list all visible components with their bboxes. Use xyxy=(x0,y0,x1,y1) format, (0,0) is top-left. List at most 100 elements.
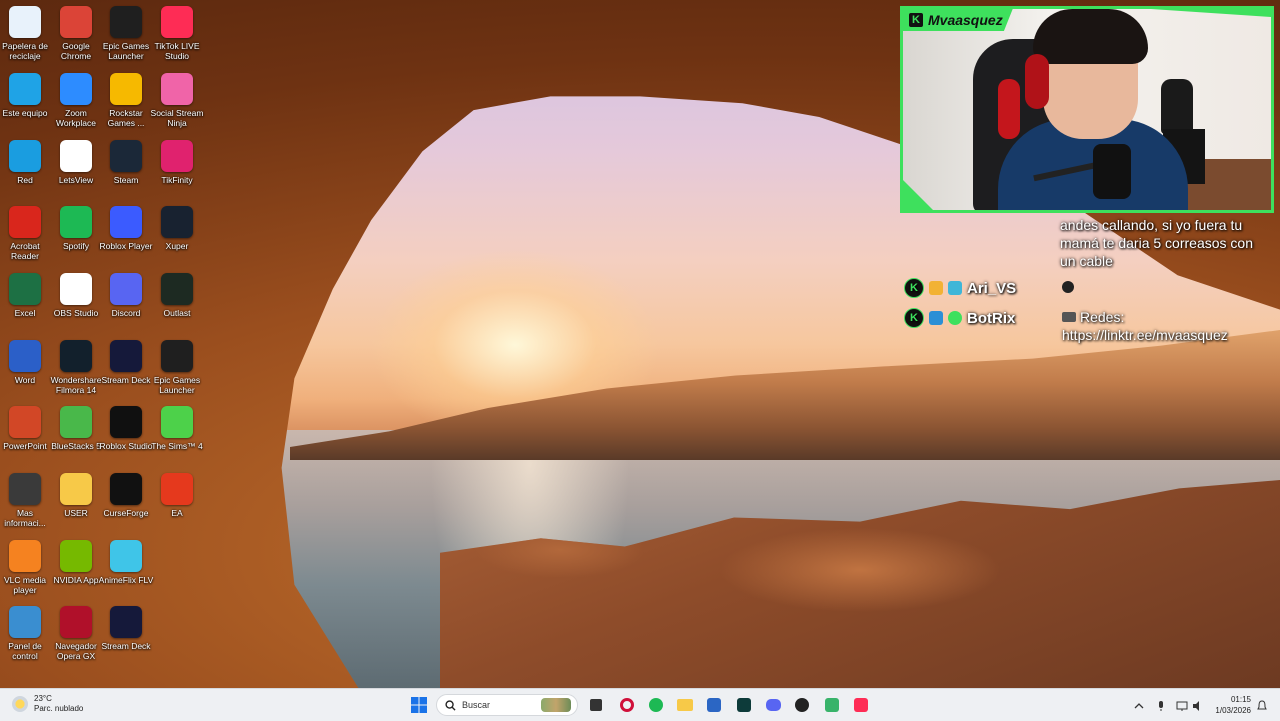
desktop-icon[interactable]: Discord xyxy=(101,273,151,318)
desktop-icon[interactable]: NVIDIA App xyxy=(51,540,101,585)
discord-icon xyxy=(110,273,142,305)
folder-icon xyxy=(60,473,92,505)
partly-cloudy-icon xyxy=(12,696,28,712)
microphone-icon[interactable] xyxy=(1155,699,1167,711)
desktop-icon[interactable]: Social Stream Ninja xyxy=(150,73,204,128)
chat-username: BotRix xyxy=(967,309,1016,327)
desktop-icon[interactable]: Zoom Workplace xyxy=(51,73,101,128)
desktop-icon[interactable]: PowerPoint xyxy=(0,406,50,451)
webcam-overlay: K Mvaasquez xyxy=(900,6,1274,213)
search-highlight-image xyxy=(541,698,571,712)
desktop-icon-label: Xuper xyxy=(165,241,189,251)
desktop-icon[interactable]: Este equipo xyxy=(0,73,50,118)
desktop-icon-label: Stream Deck xyxy=(101,641,151,651)
weather-desc: Parc. nublado xyxy=(34,704,84,713)
desktop-icon[interactable]: Steam xyxy=(101,140,151,185)
volume-icon[interactable] xyxy=(1192,699,1204,711)
weather-temp: 23°C xyxy=(34,694,52,703)
verified-badge-icon xyxy=(948,311,962,325)
spotify-icon xyxy=(649,698,663,712)
desktop-icon-label: NVIDIA App xyxy=(53,575,99,585)
desktop-icon-label: Mas informaci... xyxy=(4,508,46,528)
desktop-icon[interactable]: Word xyxy=(0,340,50,385)
desktop-icon[interactable]: Spotify xyxy=(51,206,101,251)
desktop-icon[interactable]: Rockstar Games ... xyxy=(101,73,151,128)
camera-emoji-icon xyxy=(1062,312,1076,322)
desktop-icon[interactable]: Epic Games Launcher xyxy=(101,6,151,61)
notification-bell-icon[interactable] xyxy=(1256,699,1268,711)
desktop-icon[interactable]: CurseForge xyxy=(101,473,151,518)
taskbar-file-explorer[interactable] xyxy=(675,695,695,715)
desktop-icon[interactable]: Panel de control xyxy=(0,606,50,661)
desktop-icon-label: Epic Games Launcher xyxy=(102,41,150,61)
outlast-icon xyxy=(161,273,193,305)
desktop-icon[interactable]: Papelera de reciclaje xyxy=(0,6,50,61)
info-icon xyxy=(9,473,41,505)
taskbar-search[interactable]: Buscar xyxy=(436,694,578,716)
chrome-icon xyxy=(60,6,92,38)
desktop-icon[interactable]: Excel xyxy=(0,273,50,318)
socials-message: Redes: https://linktr.ee/mvaasquez xyxy=(1062,309,1228,343)
desktop-icon[interactable]: Xuper xyxy=(152,206,202,251)
taskbar-clock[interactable]: 01:15 1/03/2026 xyxy=(1211,694,1251,716)
desktop-icon[interactable]: TikFinity xyxy=(152,140,202,185)
weather-widget[interactable]: 23°C Parc. nublado xyxy=(12,694,83,714)
socials-link[interactable]: https://linktr.ee/mvaasquez xyxy=(1062,327,1228,343)
desktop-icon[interactable]: The Sims™ 4 xyxy=(151,406,203,451)
desktop-icon[interactable]: OBS Studio xyxy=(51,273,101,318)
rockstar-icon xyxy=(110,73,142,105)
desktop-icon-label: BlueStacks 5 xyxy=(51,441,101,451)
desktop-icon[interactable]: TikTok LIVE Studio xyxy=(152,6,202,61)
desktop-icon-label: Google Chrome xyxy=(60,41,92,61)
desktop-icon[interactable]: Acrobat Reader xyxy=(0,206,50,261)
taskbar-filmora[interactable] xyxy=(734,695,754,715)
desktop-icon-label: Discord xyxy=(111,308,141,318)
desktop-icon-label: PowerPoint xyxy=(3,441,47,451)
desktop-icon[interactable]: Roblox Player xyxy=(100,206,152,251)
filmora-icon xyxy=(737,698,751,712)
desktop-icon[interactable]: BlueStacks 5 xyxy=(51,406,101,451)
search-icon xyxy=(445,699,456,711)
sub-badge-icon xyxy=(929,281,943,295)
task-view-button[interactable] xyxy=(586,695,606,715)
desktop-icon[interactable]: USER xyxy=(51,473,101,518)
taskbar-social-stream-ninja[interactable] xyxy=(822,695,842,715)
desktop-icon-label: EA xyxy=(171,508,183,518)
desktop-icon[interactable]: Roblox Studio xyxy=(100,406,152,451)
desktop-icon[interactable]: Epic Games Launcher xyxy=(152,340,202,395)
desktop-icon-label: Social Stream Ninja xyxy=(150,108,204,128)
recycle-bin-icon xyxy=(9,6,41,38)
desktop-icon[interactable]: AnimeFlix FLV xyxy=(99,540,153,585)
desktop-icon[interactable]: Outlast xyxy=(152,273,202,318)
desktop-icon-label: The Sims™ 4 xyxy=(151,441,203,451)
letsview-icon xyxy=(60,140,92,172)
stream-deck-icon xyxy=(110,340,142,372)
desktop-icon-label: Steam xyxy=(113,175,139,185)
desktop-icon[interactable]: Google Chrome xyxy=(51,6,101,61)
start-button[interactable] xyxy=(409,695,429,715)
zoom-icon xyxy=(60,73,92,105)
desktop-icon-label: Epic Games Launcher xyxy=(153,375,201,395)
desktop-icon[interactable]: Wondershare Filmora 14 xyxy=(51,340,101,395)
taskbar-obs[interactable] xyxy=(792,695,812,715)
desktop-icon[interactable]: Stream Deck xyxy=(101,340,151,385)
search-placeholder: Buscar xyxy=(462,700,491,710)
taskbar-spotify[interactable] xyxy=(646,695,666,715)
taskbar-discord[interactable] xyxy=(763,695,783,715)
chat-user-row: K Ari_VS xyxy=(904,278,1016,298)
desktop-icon[interactable]: VLC media player xyxy=(0,540,50,595)
desktop-icon[interactable]: LetsView xyxy=(51,140,101,185)
desktop-icon-label: USER xyxy=(64,508,88,518)
desktop-icon[interactable]: EA xyxy=(152,473,202,518)
network-icon[interactable] xyxy=(1176,699,1188,711)
desktop-icon[interactable]: Mas informaci... xyxy=(0,473,50,528)
network-icon xyxy=(9,140,41,172)
desktop-icon[interactable]: Navegador Opera GX xyxy=(51,606,101,661)
desktop-icon[interactable]: Stream Deck xyxy=(101,606,151,651)
taskbar-tiktok-live[interactable] xyxy=(851,695,871,715)
show-hidden-icons-chevron-icon[interactable] xyxy=(1133,699,1145,711)
taskbar-store[interactable] xyxy=(704,695,724,715)
desktop-icon-label: TikTok LIVE Studio xyxy=(154,41,200,61)
taskbar-opera-gx[interactable] xyxy=(617,695,637,715)
desktop-icon[interactable]: Red xyxy=(0,140,50,185)
